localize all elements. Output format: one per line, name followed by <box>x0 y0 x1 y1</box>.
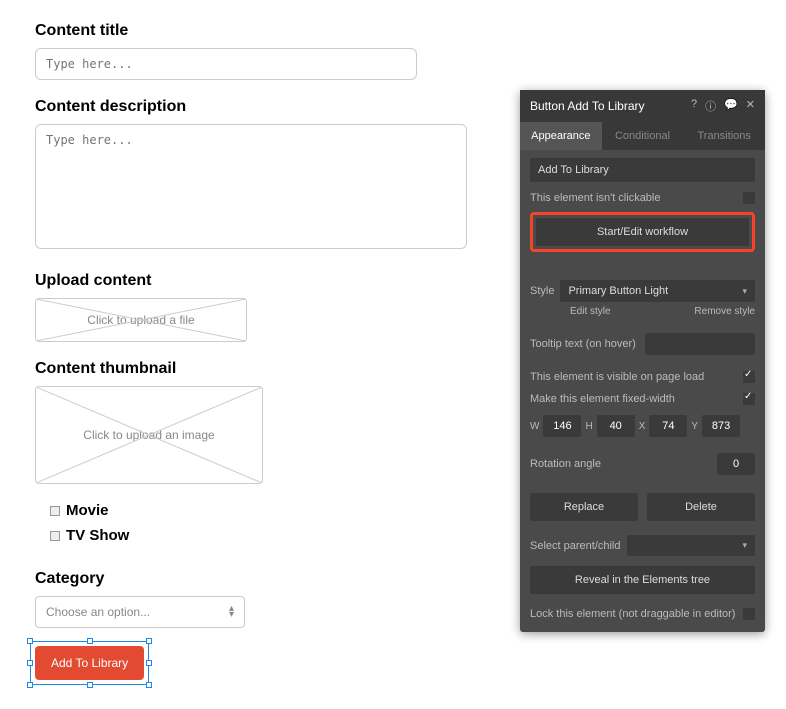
x-label: X <box>639 421 646 432</box>
y-input[interactable] <box>702 415 740 437</box>
resize-handle[interactable] <box>146 660 152 666</box>
resize-handle[interactable] <box>27 682 33 688</box>
inspector-title: Button Add To Library <box>530 99 645 113</box>
h-label: H <box>585 421 592 432</box>
visible-checkbox[interactable] <box>743 371 755 383</box>
w-input[interactable] <box>543 415 581 437</box>
content-title-input[interactable] <box>35 48 417 80</box>
lock-checkbox[interactable] <box>743 608 755 620</box>
resize-handle[interactable] <box>87 682 93 688</box>
remove-style-link[interactable]: Remove style <box>694 306 755 317</box>
style-select[interactable]: Primary Button Light <box>560 280 755 302</box>
rotation-label: Rotation angle <box>530 458 601 470</box>
fixedwidth-label: Make this element fixed-width <box>530 393 675 405</box>
select-parent-dropdown[interactable] <box>627 535 756 556</box>
not-clickable-label: This element isn't clickable <box>530 192 661 204</box>
help-icon[interactable]: ? <box>691 98 697 114</box>
info-icon[interactable]: ⓘ <box>705 98 716 114</box>
category-placeholder: Choose an option... <box>46 605 150 619</box>
select-parent-label: Select parent/child <box>530 540 621 552</box>
resize-handle[interactable] <box>146 638 152 644</box>
tab-appearance[interactable]: Appearance <box>520 122 602 150</box>
dimensions-row: W H X Y <box>530 415 755 437</box>
not-clickable-checkbox[interactable] <box>743 192 755 204</box>
resize-handle[interactable] <box>27 638 33 644</box>
workflow-highlight: Start/Edit workflow <box>530 212 755 252</box>
resize-handle[interactable] <box>27 660 33 666</box>
thumbnail-label: Content thumbnail <box>35 360 475 378</box>
content-desc-input[interactable] <box>35 124 467 249</box>
checkbox-tvshow[interactable] <box>50 531 60 541</box>
content-desc-label: Content description <box>35 98 475 116</box>
checkbox-tvshow-label: TV Show <box>66 527 129 544</box>
inspector-header[interactable]: Button Add To Library ? ⓘ 💬 ✕ <box>520 90 765 122</box>
content-title-label: Content title <box>35 22 475 40</box>
reveal-button[interactable]: Reveal in the Elements tree <box>530 566 755 594</box>
close-icon[interactable]: ✕ <box>746 98 755 114</box>
select-arrows-icon: ▴▾ <box>229 606 234 618</box>
upload-content-box[interactable]: Click to upload a file <box>35 298 247 342</box>
lock-label: Lock this element (not draggable in edit… <box>530 608 735 620</box>
upload-content-label: Upload content <box>35 272 475 290</box>
tooltip-input[interactable] <box>645 333 755 355</box>
h-input[interactable] <box>597 415 635 437</box>
inspector-body: This element isn't clickable Start/Edit … <box>520 150 765 632</box>
checkbox-movie[interactable] <box>50 506 60 516</box>
y-label: Y <box>691 421 698 432</box>
thumbnail-text: Click to upload an image <box>83 428 214 442</box>
element-label-input[interactable] <box>530 158 755 182</box>
x-input[interactable] <box>649 415 687 437</box>
checkbox-movie-label: Movie <box>66 502 109 519</box>
category-select[interactable]: Choose an option... ▴▾ <box>35 596 245 628</box>
category-label: Category <box>35 570 475 588</box>
upload-content-text: Click to upload a file <box>87 313 194 327</box>
inspector-tabs: Appearance Conditional Transitions <box>520 122 765 150</box>
tooltip-label: Tooltip text (on hover) <box>530 338 636 350</box>
visible-label: This element is visible on page load <box>530 371 704 383</box>
fixedwidth-checkbox[interactable] <box>743 393 755 405</box>
style-label: Style <box>530 285 554 297</box>
replace-button[interactable]: Replace <box>530 493 638 521</box>
inspector-panel[interactable]: Button Add To Library ? ⓘ 💬 ✕ Appearance… <box>520 90 765 632</box>
add-button-selection[interactable]: Add To Library <box>35 646 144 680</box>
checkbox-movie-row[interactable]: Movie <box>50 502 475 519</box>
form-area: Content title Content description Upload… <box>35 22 475 680</box>
delete-button[interactable]: Delete <box>647 493 755 521</box>
thumbnail-box[interactable]: Click to upload an image <box>35 386 263 484</box>
rotation-input[interactable] <box>717 453 755 475</box>
comment-icon[interactable]: 💬 <box>724 98 738 114</box>
resize-handle[interactable] <box>146 682 152 688</box>
inspector-header-icons: ? ⓘ 💬 ✕ <box>691 98 755 114</box>
style-value: Primary Button Light <box>568 285 668 297</box>
tab-conditional[interactable]: Conditional <box>602 122 684 150</box>
checkbox-tvshow-row[interactable]: TV Show <box>50 527 475 544</box>
tab-transitions[interactable]: Transitions <box>683 122 765 150</box>
edit-style-link[interactable]: Edit style <box>570 306 611 317</box>
w-label: W <box>530 421 539 432</box>
start-edit-workflow-button[interactable]: Start/Edit workflow <box>536 218 749 246</box>
resize-handle[interactable] <box>87 638 93 644</box>
selection-outline <box>30 641 149 685</box>
